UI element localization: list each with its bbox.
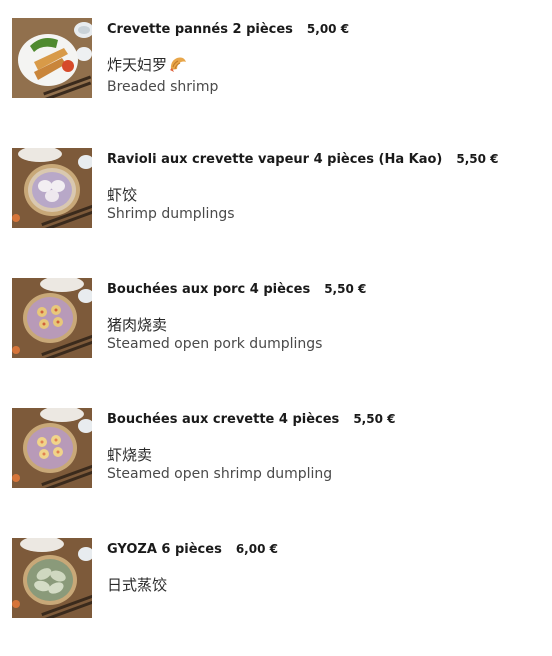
item-name: Ravioli aux crevette vapeur 4 pièces (Ha…: [107, 152, 443, 167]
pork-siu-mai-photo[interactable]: [12, 278, 92, 358]
menu-item-shrimp-siu-mai[interactable]: Bouchées aux crevette 4 pièces 5,50 € 虾烧卖…: [12, 408, 542, 488]
item-chinese-name: 虾烧卖: [107, 446, 153, 464]
item-price: 5,50 €: [456, 152, 499, 166]
menu-item-breaded-shrimp[interactable]: Crevette pannés 2 pièces 5,00 € 炸天妇罗 Brea…: [12, 18, 542, 98]
menu-item-gyoza[interactable]: GYOZA 6 pièces 6,00 € 日式蒸饺: [12, 538, 542, 618]
menu-list: Crevette pannés 2 pièces 5,00 € 炸天妇罗 Brea…: [0, 0, 552, 656]
item-chinese-name: 炸天妇罗: [107, 55, 537, 78]
item-name: Bouchées aux crevette 4 pièces: [107, 412, 340, 427]
item-price: 6,00 €: [235, 542, 278, 556]
item-info: Ravioli aux crevette vapeur 4 pièces (Ha…: [107, 148, 537, 224]
menu-item-pork-siu-mai[interactable]: Bouchées aux porc 4 pièces 5,50 € 猪肉烧卖 St…: [12, 278, 542, 358]
item-info: Bouchées aux porc 4 pièces 5,50 € 猪肉烧卖 St…: [107, 278, 537, 354]
item-chinese-name: 日式蒸饺: [107, 576, 168, 594]
item-name: GYOZA 6 pièces: [107, 542, 222, 557]
item-english-name: Breaded shrimp: [107, 79, 219, 95]
item-info: GYOZA 6 pièces 6,00 € 日式蒸饺: [107, 538, 537, 595]
item-english-name: Steamed open shrimp dumpling: [107, 466, 333, 482]
breaded-shrimp-photo[interactable]: [12, 18, 92, 98]
item-name: Crevette pannés 2 pièces: [107, 22, 293, 37]
item-price: 5,50 €: [353, 412, 396, 426]
gyoza-photo[interactable]: [12, 538, 92, 618]
item-info: Bouchées aux crevette 4 pièces 5,50 € 虾烧卖…: [107, 408, 537, 484]
title-row: GYOZA 6 pièces 6,00 €: [107, 538, 537, 558]
title-row: Bouchées aux porc 4 pièces 5,50 €: [107, 278, 537, 298]
item-name: Bouchées aux porc 4 pièces: [107, 282, 311, 297]
item-english-name: Shrimp dumplings: [107, 206, 235, 222]
item-info: Crevette pannés 2 pièces 5,00 € 炸天妇罗 Brea…: [107, 18, 537, 97]
fried-shrimp-emoji-icon: [168, 55, 188, 78]
item-price: 5,00 €: [306, 22, 350, 36]
item-chinese-name: 虾饺: [107, 186, 138, 204]
title-row: Crevette pannés 2 pièces 5,00 €: [107, 18, 537, 38]
item-english-name: Steamed open pork dumplings: [107, 336, 323, 352]
chinese-text: 炸天妇罗: [107, 56, 168, 74]
shrimp-siu-mai-photo[interactable]: [12, 408, 92, 488]
item-price: 5,50 €: [324, 282, 367, 296]
title-row: Ravioli aux crevette vapeur 4 pièces (Ha…: [107, 148, 537, 168]
menu-item-shrimp-dumplings[interactable]: Ravioli aux crevette vapeur 4 pièces (Ha…: [12, 148, 542, 228]
item-chinese-name: 猪肉烧卖: [107, 316, 168, 334]
shrimp-dumplings-photo[interactable]: [12, 148, 92, 228]
title-row: Bouchées aux crevette 4 pièces 5,50 €: [107, 408, 537, 428]
